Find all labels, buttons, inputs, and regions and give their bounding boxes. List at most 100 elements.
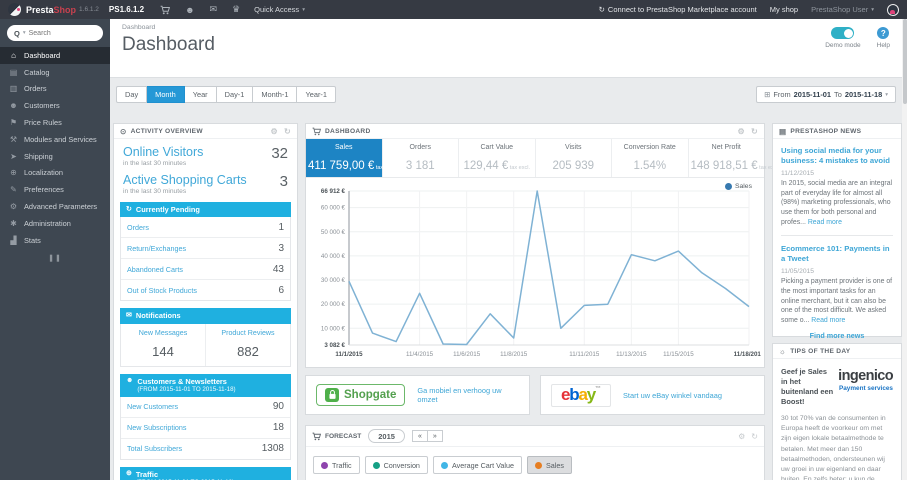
sidebar-item-orders[interactable]: ▥ Orders xyxy=(0,81,110,98)
sidebar-item-advanced-parameters[interactable]: ⚙ Advanced Parameters xyxy=(0,198,110,215)
gear-icon[interactable]: ⚙ xyxy=(738,127,745,136)
sidebar-collapse-button[interactable]: ❚❚ xyxy=(0,249,110,267)
demo-mode-toggle[interactable] xyxy=(831,27,855,39)
svg-text:11/6/2015: 11/6/2015 xyxy=(453,351,481,358)
news-headline-link[interactable]: Using social media for your business: 4 … xyxy=(781,146,893,166)
my-shop-link[interactable]: My shop xyxy=(770,5,798,14)
section-rows: Orders 1 Return/Exchanges 3 Abandoned Carts 4… xyxy=(120,217,291,302)
trophy-icon[interactable]: ♛ xyxy=(232,4,240,15)
stat-link[interactable]: Abandoned Carts xyxy=(127,265,183,274)
gear-icon[interactable]: ⚙ xyxy=(738,432,745,441)
kpi-tab-sales[interactable]: Sales 411 759,00 € tax excl. xyxy=(306,139,396,177)
sidebar-item-preferences[interactable]: ✎ Preferences xyxy=(0,181,110,198)
forecast-legend-conversion[interactable]: Conversion xyxy=(364,456,428,474)
read-more-link[interactable]: Read more xyxy=(811,317,845,324)
stat-link[interactable]: New Subscriptions xyxy=(127,423,187,432)
stat-link[interactable]: Out of Stock Products xyxy=(127,286,197,295)
stat-cell-new-messages[interactable]: New Messages 144 xyxy=(121,324,205,366)
forecast-legend-average-cart-value[interactable]: Average Cart Value xyxy=(432,456,522,474)
demo-mode-control[interactable]: Demo mode xyxy=(825,27,861,49)
sidebar-item-customers[interactable]: ☻ Customers xyxy=(0,97,110,114)
stat-row-abandoned-carts[interactable]: Abandoned Carts 43 xyxy=(121,259,290,281)
traffic-icon: ⊕ xyxy=(126,470,132,477)
sidebar-item-localization[interactable]: ⊕ Localization xyxy=(0,165,110,182)
search-input[interactable] xyxy=(28,29,96,37)
period-filter-month-1[interactable]: Month-1 xyxy=(253,86,298,103)
kpi-value: 148 918,51 € tax excl. xyxy=(690,160,780,172)
kpi-tab-net-profit[interactable]: Net Profit 148 918,51 € tax excl. xyxy=(689,139,780,177)
news-headline-link[interactable]: Ecommerce 101: Payments in a Tweet xyxy=(781,244,893,264)
sidebar-item-administration[interactable]: ✱ Administration xyxy=(0,215,110,232)
sidebar-item-shipping[interactable]: ➤ Shipping xyxy=(0,148,110,165)
forecast-legend-traffic[interactable]: Traffic xyxy=(313,456,360,474)
forecast-legend-sales[interactable]: Sales xyxy=(527,456,572,474)
refresh-icon[interactable]: ↻ xyxy=(751,127,758,136)
stat-row-new-customers[interactable]: New Customers 90 xyxy=(121,397,290,418)
year-selector[interactable]: 2015 xyxy=(368,429,405,443)
gear-icon[interactable]: ⚙ xyxy=(271,127,278,136)
period-filter-year-1[interactable]: Year-1 xyxy=(297,86,336,103)
scrollbar-thumb[interactable] xyxy=(902,19,907,104)
divider xyxy=(781,235,893,237)
period-filter-month[interactable]: Month xyxy=(147,86,185,103)
stat-link[interactable]: Return/Exchanges xyxy=(127,244,186,253)
shopgate-ad[interactable]: Shopgate Ga mobiel en verhoog uw omzet xyxy=(305,375,530,415)
breadcrumb[interactable]: Dashboard xyxy=(122,24,155,31)
sidebar-item-dashboard[interactable]: ⌂ Dashboard xyxy=(0,47,110,64)
help-control[interactable]: ? Help xyxy=(877,27,890,49)
kpi-tab-visits[interactable]: Visits 205 939 xyxy=(536,139,612,177)
kpi-tab-conversion-rate[interactable]: Conversion Rate 1.54% xyxy=(612,139,689,177)
modules-icon: ⚒ xyxy=(9,134,18,144)
person-icon[interactable]: ☻ xyxy=(185,5,194,15)
section-rows: New Customers 90 New Subscriptions 18 Total … xyxy=(120,396,291,460)
period-filter-year[interactable]: Year xyxy=(184,86,217,103)
news-body-text: In 2015, social media are an integral pa… xyxy=(781,180,893,226)
active-carts-link[interactable]: Active Shopping Carts xyxy=(123,173,247,187)
refresh-icon[interactable]: ↻ xyxy=(751,432,758,441)
stat-link[interactable]: New Customers xyxy=(127,402,178,411)
period-filter-day[interactable]: Day xyxy=(116,86,148,103)
stat-row-total-subscribers[interactable]: Total Subscribers 1308 xyxy=(121,439,290,459)
stat-row-return-exchanges[interactable]: Return/Exchanges 3 xyxy=(121,238,290,260)
previous-year-button[interactable]: « xyxy=(411,430,428,442)
sidebar-item-price-rules[interactable]: ⚑ Price Rules xyxy=(0,114,110,131)
cart-icon[interactable] xyxy=(160,5,171,15)
stat-row-out-of-stock-products[interactable]: Out of Stock Products 6 xyxy=(121,280,290,300)
panel-header: ⊙ Activity overview ⚙ ↻ xyxy=(114,124,297,139)
find-more-news-link[interactable]: Find more news xyxy=(781,331,893,340)
stat-row-new-subscriptions[interactable]: New Subscriptions 18 xyxy=(121,418,290,439)
next-year-button[interactable]: » xyxy=(427,430,443,442)
shopgate-link[interactable]: Ga mobiel en verhoog uw omzet xyxy=(417,386,519,404)
chevron-down-icon[interactable]: ▾ xyxy=(23,30,26,36)
period-filter-day-1[interactable]: Day-1 xyxy=(216,86,254,103)
news-body-text: Picking a payment provider is one of the… xyxy=(781,278,893,324)
localization-icon: ⊕ xyxy=(10,168,17,178)
stat-link[interactable]: Total Subscribers xyxy=(127,444,182,453)
sidebar-item-stats[interactable]: ▟ Stats xyxy=(0,232,110,249)
page-scrollbar[interactable] xyxy=(902,19,907,480)
stat-row-orders[interactable]: Orders 1 xyxy=(121,217,290,239)
refresh-icon[interactable]: ↻ xyxy=(284,127,291,136)
marketplace-link[interactable]: ↻ Connect to PrestaShop Marketplace accou… xyxy=(599,5,757,14)
online-visitors-link[interactable]: Online Visitors xyxy=(123,145,203,159)
read-more-link[interactable]: Read more xyxy=(808,219,842,226)
stat-cell-product-reviews[interactable]: Product Reviews 882 xyxy=(205,323,290,366)
quick-access-menu[interactable]: Quick Access ▾ xyxy=(254,5,305,14)
kpi-tab-cart-value[interactable]: Cart Value 129,44 € tax excl. xyxy=(459,139,536,177)
section-title-wrap: Traffic(FROM 2015-11-01 TO 2015-11-18) xyxy=(136,470,234,480)
ebay-ad[interactable]: ebay™ Start uw eBay winkel vandaag xyxy=(540,375,765,415)
sidebar-item-catalog[interactable]: ▤ Catalog xyxy=(0,64,110,81)
date-range-button[interactable]: ⊞ From 2015-11-01 To 2015-11-18 ▾ xyxy=(756,86,896,103)
help-icon[interactable]: ? xyxy=(877,27,890,39)
active-carts-value: 3 xyxy=(279,173,288,190)
kpi-tab-orders[interactable]: Orders 3 181 xyxy=(383,139,459,177)
kpi-label: Visits xyxy=(564,144,582,151)
avatar[interactable] xyxy=(887,3,899,16)
brand-name: PrestaShop xyxy=(26,5,76,15)
ebay-link[interactable]: Start uw eBay winkel vandaag xyxy=(623,391,722,400)
mail-icon[interactable]: ✉ xyxy=(210,4,218,15)
user-menu[interactable]: PrestaShop User ▾ xyxy=(811,5,874,14)
sidebar-item-modules-and-services[interactable]: ⚒ Modules and Services xyxy=(0,131,110,148)
chart-legend[interactable]: Sales xyxy=(724,183,752,190)
stat-link[interactable]: Orders xyxy=(127,223,149,232)
